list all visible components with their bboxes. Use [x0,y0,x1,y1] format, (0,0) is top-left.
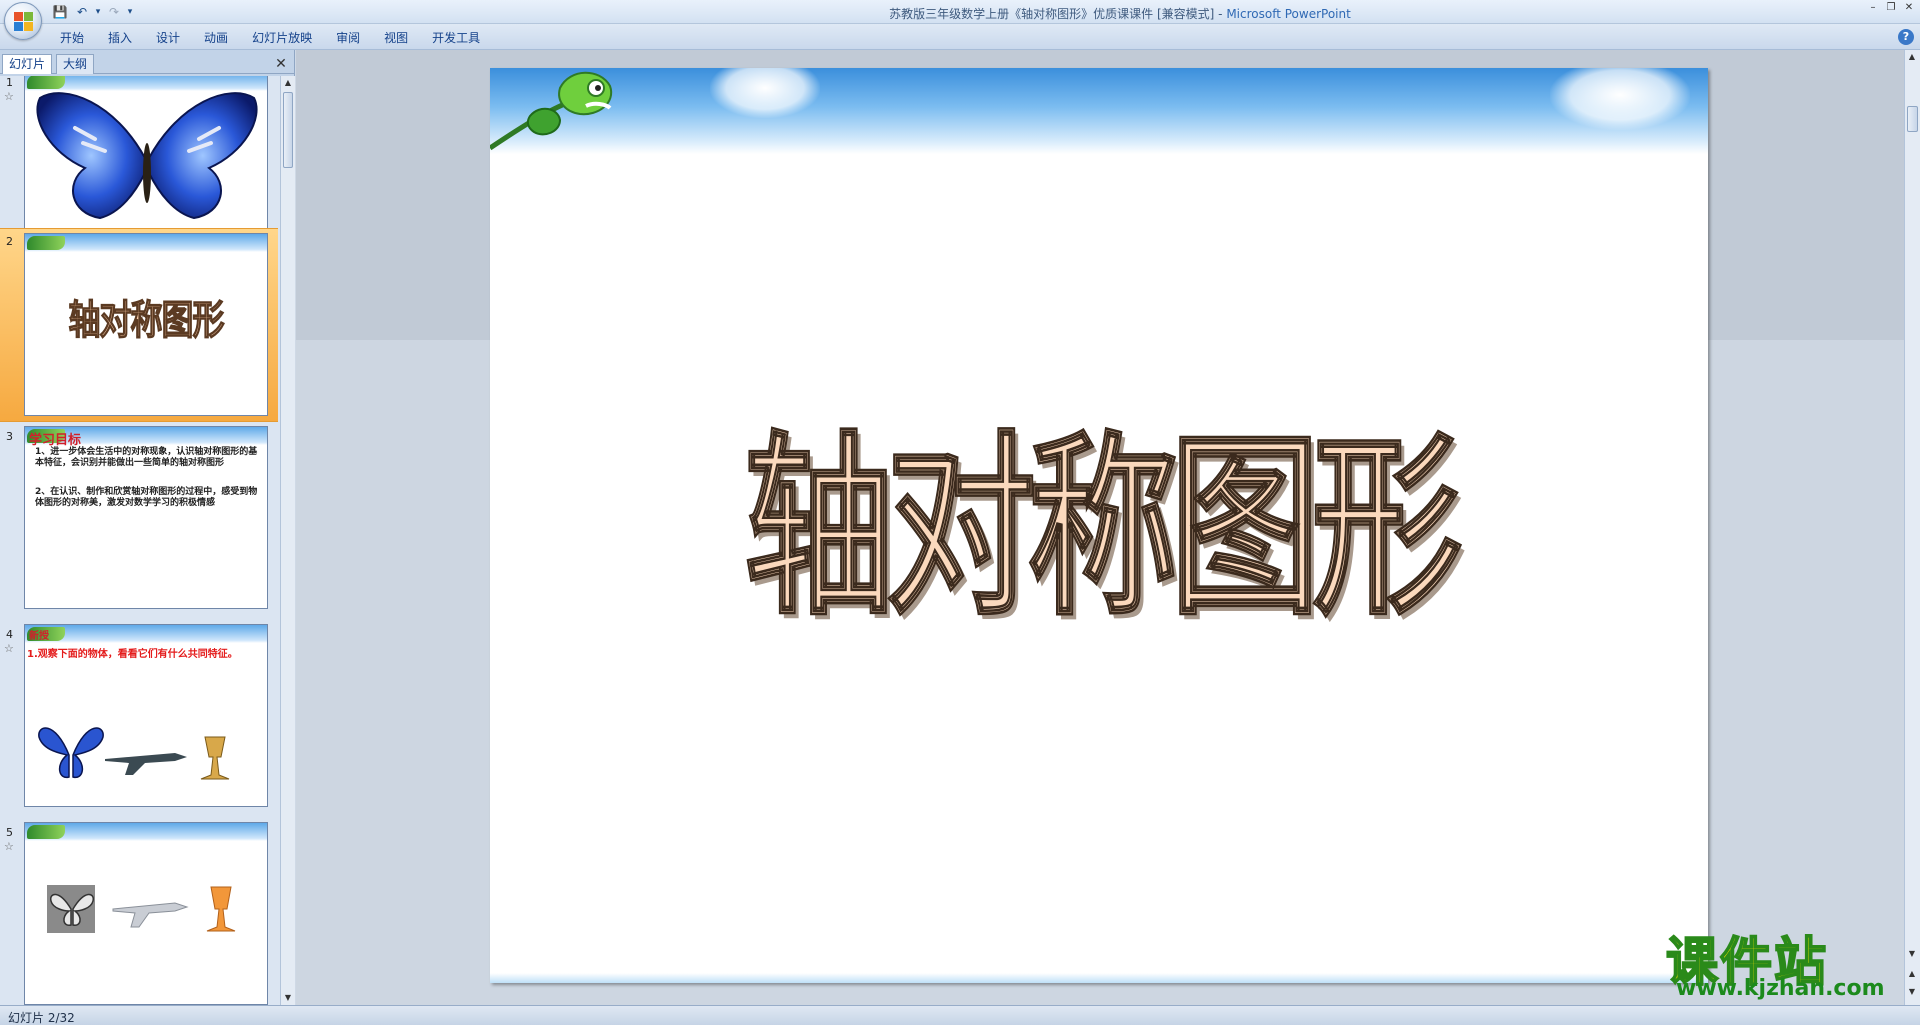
slide-number: 3 [6,430,13,443]
cloud-decoration [1550,68,1690,130]
tab-slides[interactable]: 幻灯片 [2,54,53,74]
restore-icon[interactable]: ❐ [1884,2,1898,14]
watermark-url: www.kjzhan.com [1676,976,1885,1001]
slide-thumbnail-3[interactable]: 3 学习目标 1、进一步体会生活中的对称现象，认识轴对称图形的基本特征，会识别并… [0,424,278,618]
slide-header-decoration [490,68,1708,154]
animation-star-icon: ☆ [4,90,14,103]
scroll-up-icon[interactable]: ▲ [281,76,295,90]
tab-home[interactable]: 开始 [48,29,96,47]
slides-panel: 幻灯片 大纲 ✕ 1 ☆ 2 轴对称图形 3 学习目标 1、进一步体会生活中的对… [0,50,295,1005]
animation-star-icon: ☆ [4,642,14,655]
thumbnail-scrollbar[interactable]: ▲ ▼ [280,76,295,1005]
office-button[interactable] [4,2,42,40]
thumbnail-list: 1 ☆ 2 轴对称图形 3 学习目标 1、进一步体会生活中的对称现象，认识轴对称… [0,76,280,1005]
close-panel-icon[interactable]: ✕ [273,56,289,72]
status-bar: 幻灯片 2/32 [0,1005,1920,1025]
window-controls: – ❐ ✕ [1866,2,1916,14]
tab-animations[interactable]: 动画 [192,29,240,47]
thumbnail-heading: 学习目标 [29,433,82,448]
previous-slide-icon[interactable]: ▲ [1905,967,1919,981]
scroll-thumb[interactable] [283,92,293,168]
tab-design[interactable]: 设计 [144,29,192,47]
scroll-up-icon[interactable]: ▲ [1905,50,1919,64]
scroll-down-icon[interactable]: ▼ [1905,947,1919,961]
slide-thumbnail-2[interactable]: 2 轴对称图形 [0,228,278,422]
close-icon[interactable]: ✕ [1902,2,1916,14]
tab-outline[interactable]: 大纲 [56,54,95,74]
scroll-down-icon[interactable]: ▼ [281,991,295,1005]
tab-developer[interactable]: 开发工具 [420,29,492,47]
window-title: 苏教版三年级数学上册《轴对称图形》优质课课件 [兼容模式] - Microsof… [0,5,1920,22]
slide-counter: 幻灯片 2/32 [8,1011,75,1025]
slide-number: 2 [6,235,13,248]
next-slide-icon[interactable]: ▼ [1905,985,1919,999]
thumbnail-canvas [24,822,268,1005]
site-watermark: 课件站 www.kjzhan.com [1665,920,1906,1001]
slide-number: 1 [6,76,13,89]
help-icon[interactable]: ? [1898,29,1914,45]
panel-tabs: 幻灯片 大纲 ✕ [0,52,295,74]
scroll-thumb[interactable] [1907,106,1918,132]
slide-title[interactable]: 轴对称图形 [490,370,1708,652]
thumbnail-canvas: 新授 1.观察下面的物体，看看它们有什么共同特征。 [24,624,268,807]
tab-review[interactable]: 审阅 [324,29,372,47]
slide-footer-decoration [490,973,1708,983]
office-logo-icon [14,12,34,32]
objects-outline-image [47,885,236,933]
objects-image [38,727,230,780]
bullet-2: 2、在认识、制作和欣赏轴对称图形的过程中，感受到物体图形的对称美，激发对数学学习… [35,487,258,508]
thumbnail-canvas: 轴对称图形 [24,233,268,416]
ribbon-tab-bar: 开始 插入 设计 动画 幻灯片放映 审阅 视图 开发工具 ? [0,24,1920,50]
thumbnail-canvas: 学习目标 1、进一步体会生活中的对称现象，认识轴对称图形的基本特征，会识别并能做… [24,426,268,609]
vine-decoration [27,236,65,250]
minimize-icon[interactable]: – [1866,2,1880,14]
editor-scrollbar[interactable]: ▲ ▼ ▲ ▼ [1904,50,1920,1005]
slide-thumbnail-4[interactable]: 4 ☆ 新授 1.观察下面的物体，看看它们有什么共同特征。 [0,622,278,816]
cloud-decoration [710,68,820,118]
tab-view[interactable]: 视图 [372,29,420,47]
thumbnail-title: 轴对称图形 [68,295,225,344]
app-name: Microsoft PowerPoint [1226,7,1351,21]
slide-number: 5 [6,826,13,839]
slide-editor-area: 轴对称图形 [296,50,1904,1005]
current-slide[interactable]: 轴对称图形 [490,68,1708,983]
bullet-1: 1、进一步体会生活中的对称现象，认识轴对称图形的基本特征，会识别并能做出一些简单… [35,447,258,468]
tab-insert[interactable]: 插入 [96,29,144,47]
title-bar: 💾 ↶ ▾ ↷ ▾ 苏教版三年级数学上册《轴对称图形》优质课课件 [兼容模式] … [0,0,1920,24]
document-title: 苏教版三年级数学上册《轴对称图形》优质课课件 [兼容模式] - [889,7,1227,21]
animation-star-icon: ☆ [4,840,14,853]
slide-number: 4 [6,628,13,641]
ribbon-tabs: 开始 插入 设计 动画 幻灯片放映 审阅 视图 开发工具 [48,29,492,47]
slide-thumbnail-5[interactable]: 5 ☆ [0,820,278,1005]
vine-leaf-decoration [490,71,613,151]
tab-slide-show[interactable]: 幻灯片放映 [240,29,324,47]
